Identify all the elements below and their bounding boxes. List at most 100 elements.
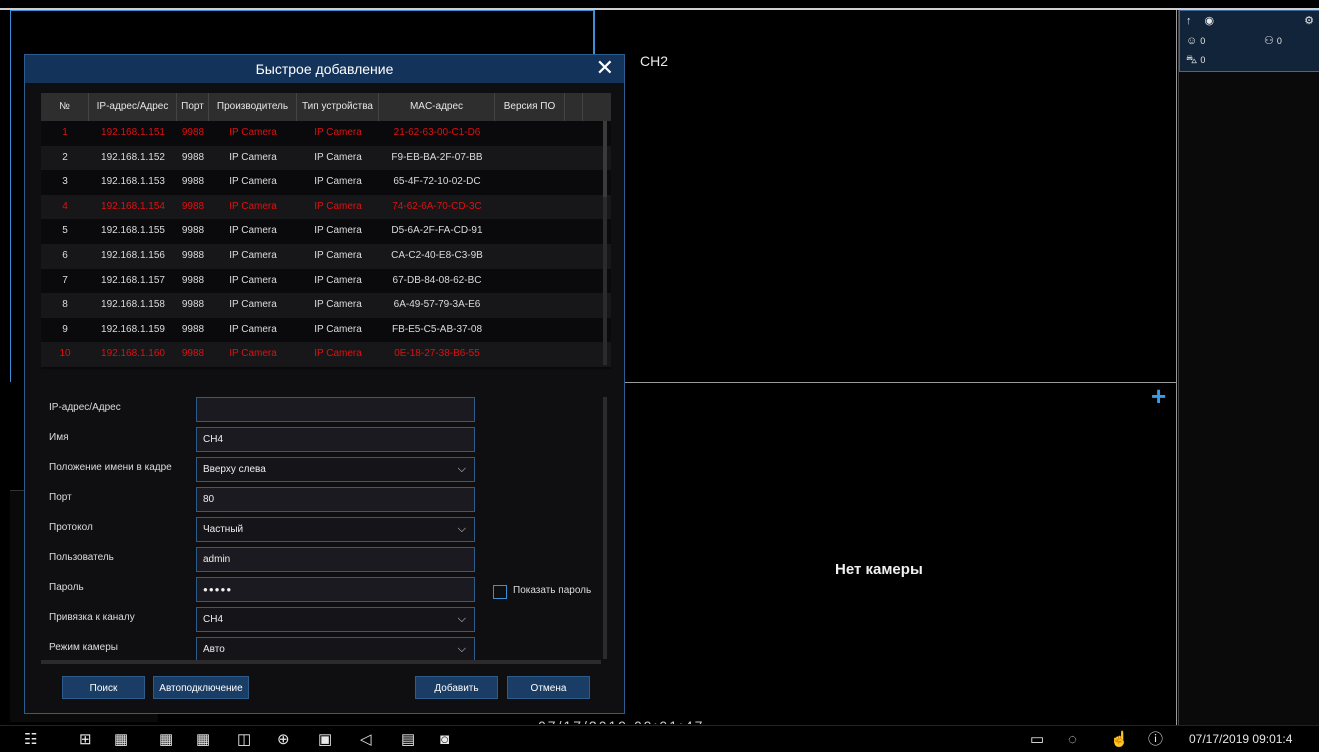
osd-select[interactable]: Вверху слева ⌵ xyxy=(196,457,475,482)
osd-label: Положение имени в кадре xyxy=(49,462,172,473)
table-cell-mac: 0E-18-27-38-B6-55 xyxy=(394,348,480,360)
table-cell-fw xyxy=(495,342,565,367)
table-cell-type: IP Camera xyxy=(314,200,362,212)
table-cell-port: 9988 xyxy=(181,127,205,138)
port-label: Порт xyxy=(49,492,72,503)
table-cell-maker: IP Camera xyxy=(229,200,277,212)
password-label: Пароль xyxy=(49,582,84,593)
camera-mode-select[interactable]: Авто ⌵ xyxy=(196,637,475,662)
channel-time-overlay: 07/17/2019 09:01:47 xyxy=(538,718,704,724)
column-header[interactable]: IP-адрес/Адрес xyxy=(89,93,177,121)
table-row[interactable]: 2 192.168.1.152 9988 IP Camera IP Camera F9-E… xyxy=(41,145,611,171)
grid-line-selected-top xyxy=(10,10,594,11)
channel-bind-select[interactable]: CH4 ⌵ xyxy=(196,607,475,632)
table-row[interactable]: 8 192.168.1.158 9988 IP Camera IP Camera 6A-4… xyxy=(41,293,611,318)
table-cell-maker: IP Camera xyxy=(229,225,277,237)
name-input[interactable]: CH4 xyxy=(196,427,475,452)
table-cell-type: IP Camera xyxy=(314,274,362,286)
table-row[interactable]: 4 192.168.1.154 9988 IP Camera IP Camera 74-6… xyxy=(41,194,611,220)
audio-icon[interactable]: ◁ xyxy=(360,732,372,747)
table-cell-ip: 192.168.1.159 xyxy=(101,323,165,335)
table-body: 1 192.168.1.151 9988 IP Camera IP Camera 21-6… xyxy=(41,121,611,369)
grid-line-vertical-left xyxy=(10,10,11,382)
people-count-row: ⚇ 0 xyxy=(1264,35,1282,47)
pin-icon[interactable]: ↑ xyxy=(1186,15,1192,27)
table-cell-type: IP Camera xyxy=(314,127,362,138)
alarm-icon[interactable]: ◌ xyxy=(1068,732,1077,747)
manual-alarm-icon[interactable]: ☝ xyxy=(1110,732,1129,747)
column-header[interactable]: Версия ПО xyxy=(495,93,565,121)
layout-3x3-icon[interactable]: ▦ xyxy=(159,732,173,747)
add-camera-plus-icon[interactable]: + xyxy=(1151,383,1166,409)
table-cell-type: IP Camera xyxy=(314,348,362,360)
column-header[interactable]: MAC-адрес xyxy=(379,93,495,121)
table-cell-port: 9988 xyxy=(181,348,205,360)
table-cell-type: IP Camera xyxy=(314,323,362,335)
layout-2x2-icon[interactable]: ▦ xyxy=(114,732,128,747)
hd-sd-icon[interactable]: ▤ xyxy=(401,732,415,747)
add-button[interactable]: Добавить xyxy=(415,676,498,699)
column-header[interactable]: Производитель xyxy=(209,93,297,121)
table-row[interactable]: 1 192.168.1.151 9988 IP Camera IP Camera 21-6… xyxy=(41,121,611,146)
grid-line-horizontal xyxy=(625,382,1176,383)
table-cell-port: 9988 xyxy=(181,225,205,237)
form-scrollbar[interactable] xyxy=(603,397,607,659)
grid-line-vertical-right xyxy=(1176,10,1177,725)
start-menu-icon[interactable]: ☷ xyxy=(24,732,37,747)
column-header[interactable]: Порт xyxy=(177,93,209,121)
chevron-down-icon: ⌵ xyxy=(457,463,466,475)
password-input[interactable]: ●●●●● xyxy=(196,577,475,602)
table-row[interactable]: 5 192.168.1.155 9988 IP Camera IP Camera D5-6… xyxy=(41,219,611,244)
layout-4x4-icon[interactable]: ▦ xyxy=(196,732,210,747)
table-cell-no: 1 xyxy=(62,127,68,138)
info-icon[interactable]: ⓘ xyxy=(1148,732,1163,747)
layout-focus-icon[interactable]: ◫ xyxy=(237,732,251,747)
table-cell-maker: IP Camera xyxy=(209,367,297,369)
grid-line-selected-right xyxy=(593,10,595,54)
name-label: Имя xyxy=(49,432,69,443)
cancel-button[interactable]: Отмена xyxy=(507,676,590,699)
table-row[interactable]: 6 192.168.1.156 9988 IP Camera IP Camera CA-C… xyxy=(41,243,611,269)
port-input[interactable]: 80 xyxy=(196,487,475,512)
table-cell-maker: IP Camera xyxy=(229,323,277,335)
system-clock: 07/17/2019 09:01:4 xyxy=(1189,732,1293,746)
ip-input[interactable] xyxy=(196,397,475,422)
table-row[interactable]: 3 192.168.1.153 9988 IP Camera IP Camera 65-4… xyxy=(41,170,611,195)
record-icon[interactable]: ◙ xyxy=(440,732,449,747)
protocol-select[interactable]: Частный ⌵ xyxy=(196,517,475,542)
table-row[interactable]: 7 192.168.1.157 9988 IP Camera IP Camera 67-D… xyxy=(41,268,611,294)
search-button[interactable]: Поиск xyxy=(62,676,145,699)
auto-connect-button[interactable]: Автоподключение xyxy=(153,676,249,699)
settings-icon[interactable]: ⚙ xyxy=(1304,15,1314,27)
column-header[interactable]: № xyxy=(41,93,89,121)
camera-mode-value: Авто xyxy=(203,644,225,655)
table-cell-ip: 192.168.1.160 xyxy=(101,348,165,360)
layout-1x1-icon[interactable]: ⊞ xyxy=(79,732,92,747)
layout-pip-icon[interactable]: ⊕ xyxy=(277,732,290,747)
table-cell-port: 9988 xyxy=(181,249,205,261)
show-password-checkbox[interactable] xyxy=(493,585,507,599)
table-cell-mac: 6A-49-57-79-3A-E6 xyxy=(393,299,481,311)
channel-label-ch2: CH2 xyxy=(640,53,669,69)
user-label: Пользователь xyxy=(49,552,114,563)
table-cell-fw xyxy=(495,318,565,343)
people-icon: ⚇ xyxy=(1264,35,1274,47)
column-header[interactable]: Тип устройства xyxy=(297,93,379,121)
eye-icon[interactable]: ◉ xyxy=(1205,15,1215,27)
close-icon[interactable]: ✕ xyxy=(596,57,614,79)
right-side-panel: ↑ ◉ ⚙ ☺ 0 ⚇ 0 ⛍ 0 xyxy=(1178,10,1319,725)
form-horizontal-scrollbar[interactable] xyxy=(41,660,601,664)
table-scrollbar-thumb[interactable] xyxy=(603,121,607,197)
osd-value: Вверху слева xyxy=(203,464,266,475)
network-monitor-icon[interactable]: ▭ xyxy=(1030,732,1044,747)
user-input[interactable]: admin xyxy=(196,547,475,572)
table-row[interactable]: 11192.168.1.1619988IP CameraIP Camera24-… xyxy=(41,366,611,369)
device-table: № IP-адрес/Адрес Порт Производитель Тип … xyxy=(41,93,611,369)
table-cell-ip: 192.168.1.156 xyxy=(101,249,165,261)
ai-stats-box: ↑ ◉ ⚙ ☺ 0 ⚇ 0 ⛍ 0 xyxy=(1179,10,1319,72)
sequence-icon[interactable]: ▣ xyxy=(318,732,332,747)
table-cell-maker: IP Camera xyxy=(229,176,277,188)
table-row[interactable]: 10 192.168.1.160 9988 IP Camera IP Camera 0E-… xyxy=(41,342,611,367)
table-row[interactable]: 9 192.168.1.159 9988 IP Camera IP Camera FB-E… xyxy=(41,317,611,343)
table-cell-port: 9988 xyxy=(181,200,205,212)
